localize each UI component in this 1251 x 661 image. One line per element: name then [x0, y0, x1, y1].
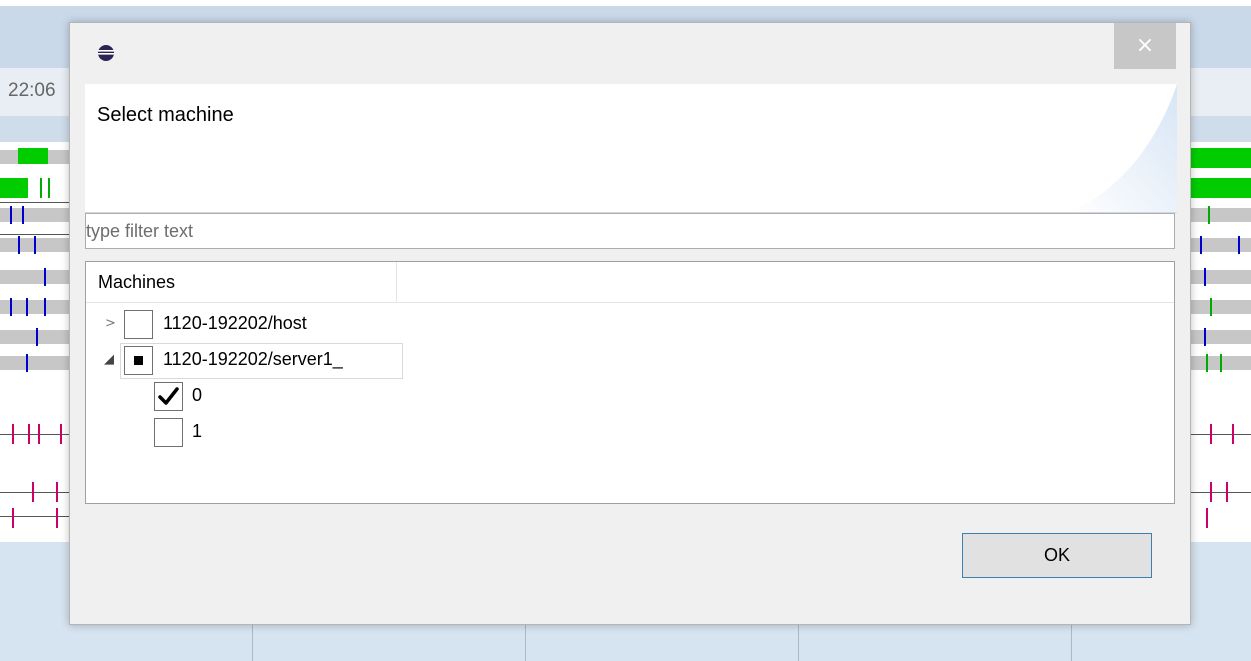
background-divider [525, 622, 526, 661]
tree-row[interactable]: 0 [86, 379, 486, 415]
dialog-title: Select machine [97, 104, 234, 126]
checkbox-checked[interactable] [154, 382, 183, 411]
column-header-machines[interactable]: Machines [86, 262, 397, 302]
background-divider [252, 622, 253, 661]
select-machine-dialog: × Select machine Machines > 1120-192202/… [69, 22, 1191, 625]
tree-node-label: 0 [192, 385, 203, 405]
tree-row[interactable]: ◢ 1120-192202/server1_ [86, 343, 486, 379]
partial-mark-icon [125, 347, 152, 374]
checkbox[interactable] [124, 310, 153, 339]
checkbox-partial[interactable] [124, 346, 153, 375]
tree-row[interactable]: 1 [86, 415, 486, 451]
tree-node-label: 1120-192202/server1_ [163, 349, 343, 369]
filter-input[interactable] [85, 213, 1175, 249]
check-icon [155, 383, 182, 410]
dialog-titlebar: × [70, 23, 1190, 83]
background-time-label: 22:06 [8, 80, 56, 101]
background-divider [1071, 622, 1072, 661]
tree-node-label: 1 [192, 421, 203, 441]
background-divider [798, 622, 799, 661]
chevron-right-icon[interactable]: > [105, 316, 116, 331]
checkbox[interactable] [154, 418, 183, 447]
collapse-arrow-icon[interactable]: ◢ [104, 352, 114, 367]
eclipse-icon [97, 44, 115, 62]
tree-header: Machines [86, 262, 1174, 303]
dialog-header: Select machine [85, 84, 1177, 212]
header-decoration [1067, 84, 1177, 212]
close-button[interactable]: × [1114, 23, 1176, 69]
machines-tree[interactable]: Machines > 1120-192202/host ◢ 1120-19220… [85, 261, 1175, 504]
ok-button[interactable]: OK [962, 533, 1152, 578]
tree-node-label: 1120-192202/host [163, 313, 307, 333]
tree-row[interactable]: > 1120-192202/host [86, 307, 486, 343]
